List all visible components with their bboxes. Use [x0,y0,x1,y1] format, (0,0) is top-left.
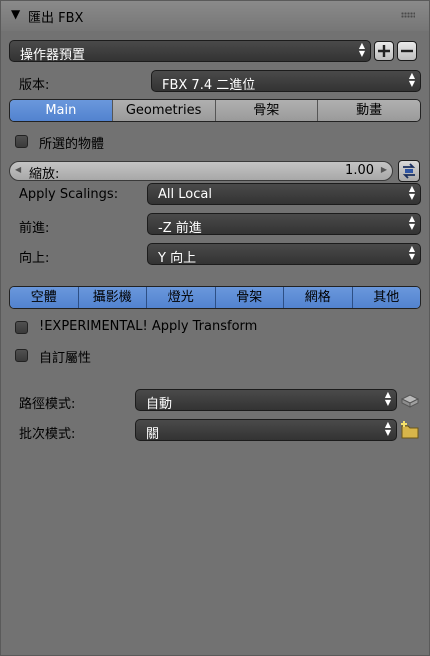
decrement-arrow-icon[interactable]: ◀ [15,165,21,174]
updown-arrow-icon: ▲ ▼ [358,41,365,58]
forward-value: -Z 前進 [158,221,202,236]
main-tabs: Main Geometries 骨架 動畫 [9,99,421,122]
toggle-camera[interactable]: 攝影機 [77,287,146,308]
toggle-lamp[interactable]: 燈光 [146,287,215,308]
up-value: Y 向上 [158,251,197,266]
operator-presets-dropdown[interactable]: 操作器預置 ▲ ▼ [9,40,371,63]
up-dropdown[interactable]: Y 向上 ▲ ▼ [147,243,421,266]
apply-transform-checkbox[interactable] [15,321,28,334]
forward-dropdown[interactable]: -Z 前進 ▲ ▼ [147,213,421,236]
drag-grip-icon[interactable] [401,12,415,18]
swap-arrows-icon [402,163,416,179]
toggle-armature[interactable]: 骨架 [214,287,283,308]
updown-arrow-icon: ▲ ▼ [384,390,391,407]
panel-header[interactable]: ▼ 匯出 FBX [1,1,429,31]
version-dropdown[interactable]: FBX 7.4 二進位 ▲ ▼ [151,70,421,93]
collapse-triangle-icon[interactable]: ▼ [11,7,20,21]
operator-presets-value: 操作器預置 [20,48,86,63]
forward-label: 前進: [19,221,50,236]
updown-arrow-icon: ▲ ▼ [408,244,415,261]
remove-preset-button[interactable] [397,41,417,61]
add-preset-button[interactable] [374,41,394,61]
updown-arrow-icon: ▲ ▼ [384,420,391,437]
scale-label: 縮放: [29,167,60,182]
toggle-empty[interactable]: 空體 [10,287,78,308]
batch-mode-value: 關 [146,427,160,442]
minus-icon [401,49,413,53]
export-fbx-panel: ▼ 匯出 FBX 操作器預置 ▲ ▼ 版本: FBX 7.4 二進位 ▲ ▼ Mai… [0,0,430,656]
object-type-toggles: 空體 攝影機 燈光 骨架 網格 其他 [9,286,421,309]
updown-arrow-icon: ▲ ▼ [408,71,415,88]
tab-armature[interactable]: 骨架 [214,100,318,121]
path-mode-value: 自動 [146,397,173,412]
tab-main[interactable]: Main [10,100,112,121]
apply-scalings-value: All Local [158,187,212,202]
package-icon [400,394,420,408]
path-mode-dropdown[interactable]: 自動 ▲ ▼ [135,389,397,412]
version-label: 版本: [19,78,50,93]
panel-title: 匯出 FBX [28,11,84,26]
selected-objects-label: 所選的物體 [39,137,105,152]
tab-geometries[interactable]: Geometries [111,100,215,121]
new-folder-icon [401,421,419,439]
custom-properties-checkbox[interactable] [15,349,28,362]
scale-apply-button[interactable] [398,160,420,182]
plus-icon [378,45,390,57]
version-value: FBX 7.4 二進位 [162,78,256,93]
scale-value: 1.00 [345,163,374,178]
tab-animation[interactable]: 動畫 [317,100,420,121]
updown-arrow-icon: ▲ ▼ [408,184,415,201]
custom-properties-label: 自訂屬性 [39,351,92,366]
scale-field[interactable]: ◀ 縮放: 1.00 ▶ [9,161,393,182]
embed-textures-button[interactable] [399,389,420,411]
path-mode-label: 路徑模式: [19,397,76,412]
updown-arrow-icon: ▲ ▼ [408,214,415,231]
toggle-other[interactable]: 其他 [351,287,420,308]
batch-own-dir-button[interactable] [399,419,419,441]
apply-scalings-dropdown[interactable]: All Local ▲ ▼ [147,183,421,205]
batch-mode-label: 批次模式: [19,427,76,442]
apply-transform-label: !EXPERIMENTAL! Apply Transform [39,319,258,334]
up-label: 向上: [19,251,50,266]
toggle-mesh[interactable]: 網格 [283,287,352,308]
apply-scalings-label: Apply Scalings: [19,187,119,202]
increment-arrow-icon[interactable]: ▶ [381,165,387,174]
selected-objects-checkbox[interactable] [15,135,28,148]
batch-mode-dropdown[interactable]: 關 ▲ ▼ [135,419,397,442]
